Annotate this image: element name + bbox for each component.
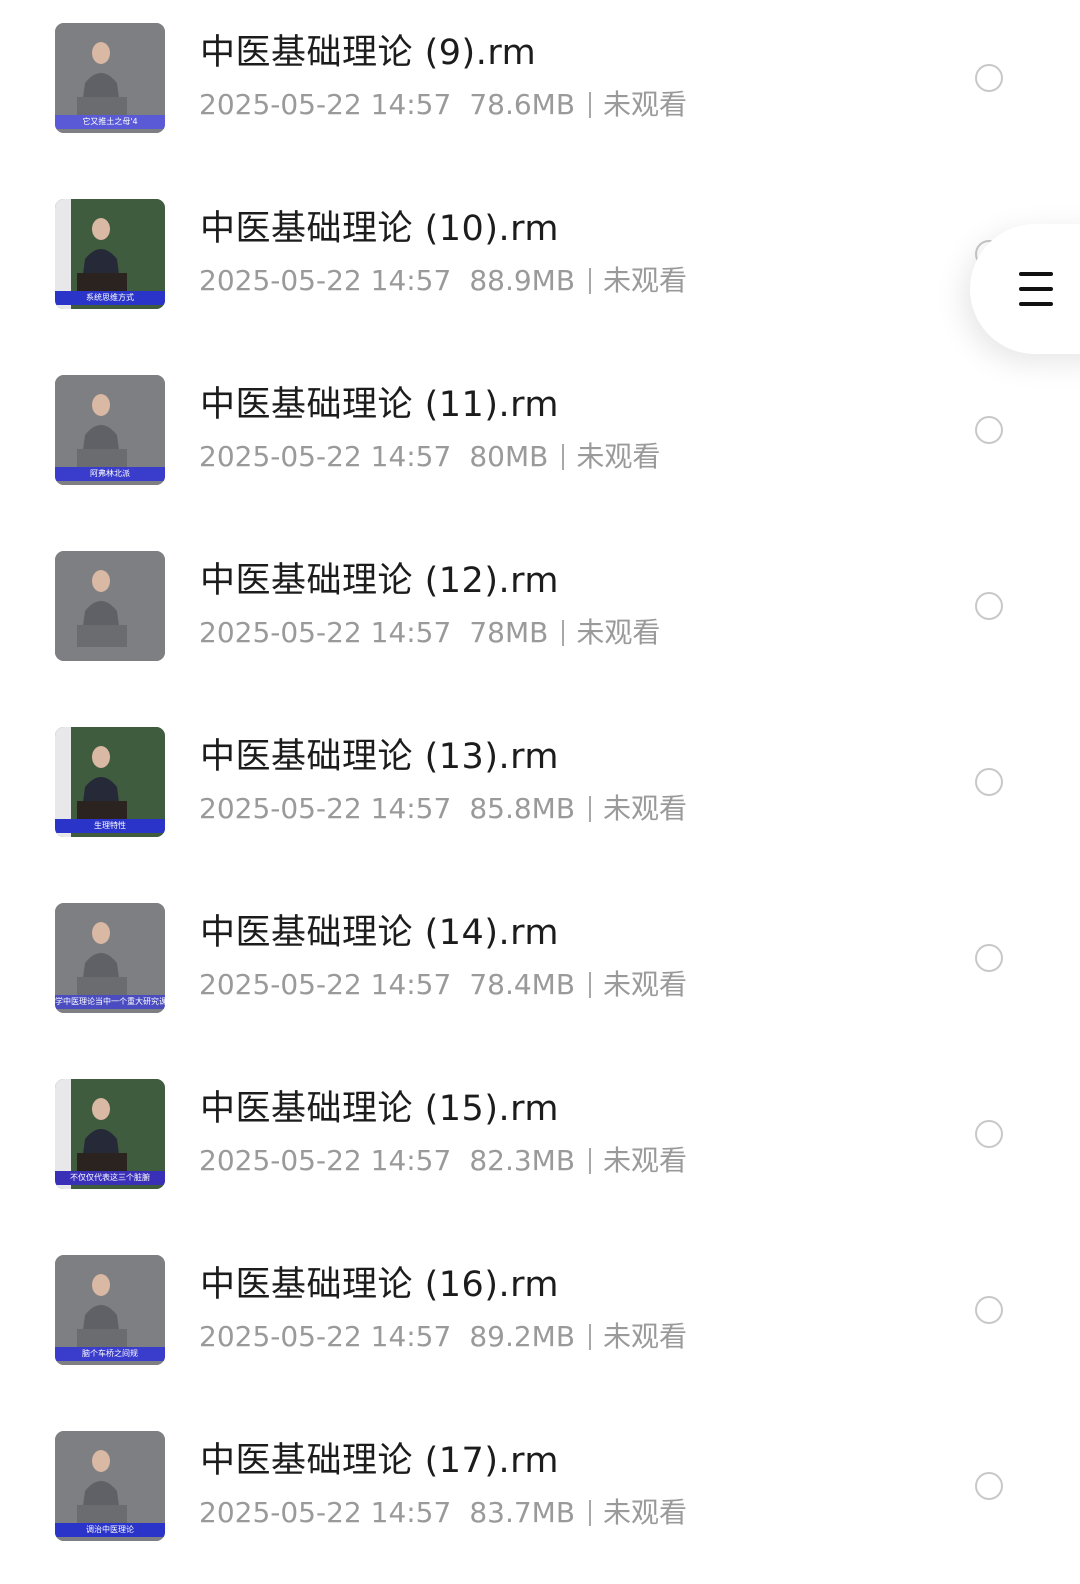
video-thumbnail: 不仅仅代表这三个脏腑 bbox=[55, 1079, 165, 1189]
meta-divider bbox=[589, 972, 592, 998]
file-name: 中医基础理论 (10).rm bbox=[200, 209, 559, 249]
watch-status: 未观看 bbox=[603, 1144, 688, 1177]
file-list-item[interactable]: 它又推土之母'4 中医基础理论 (9).rm 2025-05-22 14:57 78.… bbox=[0, 0, 1080, 176]
watch-status: 未观看 bbox=[576, 440, 661, 473]
video-thumbnail: 阿弗林北派 bbox=[55, 375, 165, 485]
meta-divider bbox=[589, 1324, 592, 1350]
select-radio-icon[interactable] bbox=[975, 1296, 1003, 1324]
meta-divider bbox=[562, 444, 565, 470]
video-thumbnail: 学中医理论当中一个重大研究课题 bbox=[55, 903, 165, 1013]
meta-divider bbox=[589, 1500, 592, 1526]
watch-status: 未观看 bbox=[603, 88, 688, 121]
file-list: 它又推土之母'4 中医基础理论 (9).rm 2025-05-22 14:57 78.… bbox=[0, 0, 1080, 1547]
video-thumbnail: 脑个车桥之间规 bbox=[55, 1255, 165, 1365]
meta-divider bbox=[562, 620, 565, 646]
file-list-item[interactable]: 中医基础理论 (12).rm 2025-05-22 14:57 78MB 未观看 bbox=[0, 528, 1080, 704]
file-list-item[interactable]: 学中医理论当中一个重大研究课题 中医基础理论 (14).rm 2025-05-22 … bbox=[0, 880, 1080, 1056]
file-meta: 2025-05-22 14:57 78MB 未观看 bbox=[199, 615, 660, 651]
file-meta: 2025-05-22 14:57 89.2MB 未观看 bbox=[199, 1319, 687, 1355]
thumbnail-caption: 系统思维方式 bbox=[55, 291, 165, 305]
file-date: 2025-05-22 14:57 bbox=[199, 1320, 452, 1353]
select-radio-icon[interactable] bbox=[975, 1472, 1003, 1500]
file-meta: 2025-05-22 14:57 85.8MB 未观看 bbox=[199, 791, 687, 827]
thumbnail-caption: 脑个车桥之间规 bbox=[55, 1347, 165, 1361]
file-date: 2025-05-22 14:57 bbox=[199, 1496, 452, 1529]
file-date: 2025-05-22 14:57 bbox=[199, 968, 452, 1001]
video-thumbnail: 它又推土之母'4 bbox=[55, 23, 165, 133]
file-name: 中医基础理论 (14).rm bbox=[200, 913, 559, 953]
file-list-item[interactable]: 阿弗林北派 中医基础理论 (11).rm 2025-05-22 14:57 80MB 未… bbox=[0, 352, 1080, 528]
thumbnail-caption: 阿弗林北派 bbox=[55, 467, 165, 481]
file-date: 2025-05-22 14:57 bbox=[199, 88, 452, 121]
thumbnail-caption: 它又推土之母'4 bbox=[55, 115, 165, 129]
file-date: 2025-05-22 14:57 bbox=[199, 264, 452, 297]
watch-status: 未观看 bbox=[603, 1496, 688, 1529]
file-name: 中医基础理论 (11).rm bbox=[200, 385, 559, 425]
file-name: 中医基础理论 (12).rm bbox=[200, 561, 559, 601]
file-meta: 2025-05-22 14:57 82.3MB 未观看 bbox=[199, 1143, 687, 1179]
meta-divider bbox=[589, 1148, 592, 1174]
file-meta: 2025-05-22 14:57 78.4MB 未观看 bbox=[199, 967, 687, 1003]
file-date: 2025-05-22 14:57 bbox=[199, 440, 452, 473]
video-thumbnail: 调治中医理论 bbox=[55, 1431, 165, 1541]
file-size: 85.8MB bbox=[469, 792, 576, 825]
video-thumbnail: 系统思维方式 bbox=[55, 199, 165, 309]
thumbnail-caption bbox=[55, 643, 165, 657]
meta-divider bbox=[589, 796, 592, 822]
select-radio-icon[interactable] bbox=[975, 64, 1003, 92]
watch-status: 未观看 bbox=[603, 792, 688, 825]
file-meta: 2025-05-22 14:57 80MB 未观看 bbox=[199, 439, 660, 475]
file-size: 83.7MB bbox=[469, 1496, 576, 1529]
meta-divider bbox=[589, 92, 592, 118]
select-radio-icon[interactable] bbox=[975, 768, 1003, 796]
select-radio-icon[interactable] bbox=[975, 416, 1003, 444]
file-name: 中医基础理论 (9).rm bbox=[200, 33, 537, 73]
file-list-item[interactable]: 生理特性 中医基础理论 (13).rm 2025-05-22 14:57 85.8MB… bbox=[0, 704, 1080, 880]
watch-status: 未观看 bbox=[603, 1320, 688, 1353]
thumbnail-caption: 调治中医理论 bbox=[55, 1523, 165, 1537]
video-thumbnail bbox=[55, 551, 165, 661]
file-size: 80MB bbox=[469, 440, 549, 473]
file-size: 78.4MB bbox=[469, 968, 576, 1001]
file-date: 2025-05-22 14:57 bbox=[199, 616, 452, 649]
file-meta: 2025-05-22 14:57 78.6MB 未观看 bbox=[199, 87, 687, 123]
watch-status: 未观看 bbox=[576, 616, 661, 649]
file-size: 89.2MB bbox=[469, 1320, 576, 1353]
file-size: 82.3MB bbox=[469, 1144, 576, 1177]
select-radio-icon[interactable] bbox=[975, 944, 1003, 972]
file-date: 2025-05-22 14:57 bbox=[199, 1144, 452, 1177]
select-radio-icon[interactable] bbox=[975, 1120, 1003, 1148]
video-thumbnail: 生理特性 bbox=[55, 727, 165, 837]
select-radio-icon[interactable] bbox=[975, 592, 1003, 620]
file-size: 78MB bbox=[469, 616, 549, 649]
hamburger-menu-icon bbox=[1019, 272, 1053, 306]
file-name: 中医基础理论 (16).rm bbox=[200, 1265, 559, 1305]
file-name: 中医基础理论 (17).rm bbox=[200, 1441, 559, 1481]
file-meta: 2025-05-22 14:57 83.7MB 未观看 bbox=[199, 1495, 687, 1531]
meta-divider bbox=[589, 268, 592, 294]
file-size: 88.9MB bbox=[469, 264, 576, 297]
watch-status: 未观看 bbox=[603, 264, 688, 297]
thumbnail-caption: 生理特性 bbox=[55, 819, 165, 833]
thumbnail-caption: 不仅仅代表这三个脏腑 bbox=[55, 1171, 165, 1185]
file-list-item[interactable]: 不仅仅代表这三个脏腑 中医基础理论 (15).rm 2025-05-22 14:57… bbox=[0, 1056, 1080, 1232]
watch-status: 未观看 bbox=[603, 968, 688, 1001]
file-meta: 2025-05-22 14:57 88.9MB 未观看 bbox=[199, 263, 687, 299]
file-list-item[interactable]: 脑个车桥之间规 中医基础理论 (16).rm 2025-05-22 14:57 89.… bbox=[0, 1232, 1080, 1408]
file-size: 78.6MB bbox=[469, 88, 576, 121]
file-list-item[interactable]: 系统思维方式 中医基础理论 (10).rm 2025-05-22 14:57 88.9… bbox=[0, 176, 1080, 352]
file-list-item[interactable]: 调治中医理论 中医基础理论 (17).rm 2025-05-22 14:57 83.7… bbox=[0, 1408, 1080, 1584]
thumbnail-caption: 学中医理论当中一个重大研究课题 bbox=[55, 995, 165, 1009]
file-name: 中医基础理论 (13).rm bbox=[200, 737, 559, 777]
file-name: 中医基础理论 (15).rm bbox=[200, 1089, 559, 1129]
file-date: 2025-05-22 14:57 bbox=[199, 792, 452, 825]
